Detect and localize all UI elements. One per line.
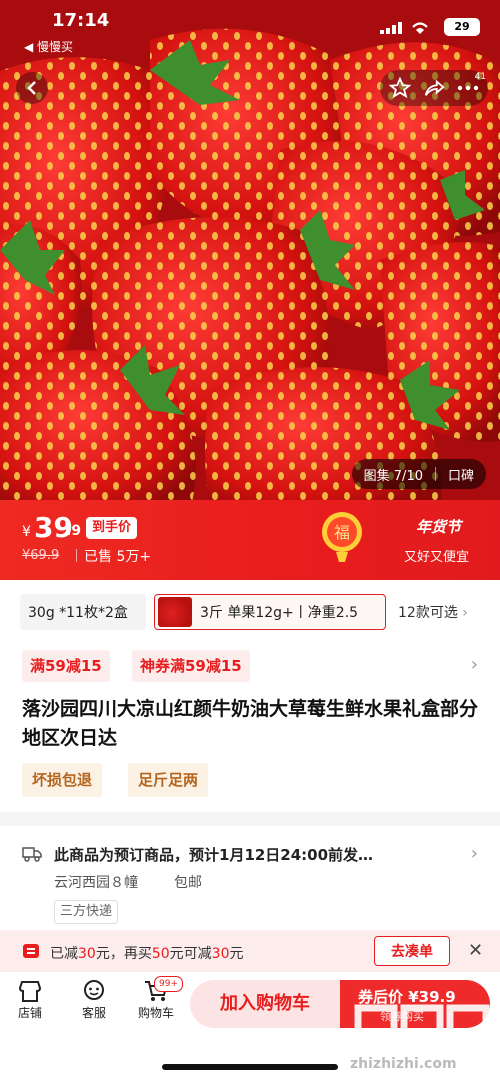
watermark-text: zhizhizhi.com xyxy=(350,1056,457,1072)
truck-icon xyxy=(22,847,42,862)
more-icon xyxy=(457,85,479,91)
promo-text-1: 已减 xyxy=(50,946,78,962)
service-label: 客服 xyxy=(81,1006,106,1020)
chevron-right-icon: › xyxy=(462,605,468,621)
shipping-info[interactable]: 此商品为预订商品，预计1月12日24:00前发… xyxy=(54,844,373,865)
top-action-group xyxy=(380,70,488,106)
carrier-badge: 三方快递 xyxy=(54,900,119,924)
service-tag-weight[interactable]: 足斤足两 xyxy=(128,763,209,797)
coupon-2[interactable]: 神券满59减15 xyxy=(132,650,250,682)
notification-badge: 41 xyxy=(474,72,486,82)
coupon-1[interactable]: 满59减15 xyxy=(22,650,110,682)
promo-amount-1: 30 xyxy=(78,946,96,962)
variant-thumbnail xyxy=(158,597,192,627)
variant-option-2-label: 3斤 单果12g+丨净重2.5 xyxy=(200,605,359,621)
festival-title: 年货节 xyxy=(416,518,462,536)
cart-count-badge: 99+ xyxy=(154,976,183,992)
promo-amount-2: 50 xyxy=(151,946,170,962)
wifi-icon xyxy=(412,22,428,34)
watermark-logo xyxy=(354,1004,490,1052)
gallery-indicator[interactable]: 图集 7/10 口碑 xyxy=(351,459,486,489)
promo-text-2: 元，再买 xyxy=(95,946,152,962)
price-currency: ¥ xyxy=(22,524,31,540)
festival-subtitle: 又好又便宜 xyxy=(404,550,470,565)
coupon-chevron-icon[interactable]: › xyxy=(471,654,478,675)
variant-more-button[interactable]: 12款可选 › xyxy=(398,602,468,622)
variant-more-label: 12款可选 xyxy=(398,605,458,621)
original-price: ¥69.9 xyxy=(22,548,60,563)
store-button[interactable]: 店铺 xyxy=(10,978,50,1021)
status-bar: 17:14 ◀ 慢慢买 29 xyxy=(0,0,500,54)
close-icon[interactable]: ✕ xyxy=(468,940,483,961)
share-icon xyxy=(424,79,445,96)
fu-character: 福 xyxy=(334,523,350,542)
promo-text-4: 元 xyxy=(229,946,244,962)
service-button[interactable]: 客服 xyxy=(74,978,114,1021)
price-decimal: .9 xyxy=(66,523,82,539)
shipping-chevron-icon[interactable]: › xyxy=(471,843,478,864)
status-time: 17:14 xyxy=(52,10,110,31)
add-more-button[interactable]: 去凑单 xyxy=(374,936,450,966)
price-banner xyxy=(0,500,500,580)
gallery-count: 图集 7/10 xyxy=(363,468,423,484)
back-button[interactable] xyxy=(16,72,48,104)
reputation-tab[interactable]: 口碑 xyxy=(448,465,474,484)
variant-option-2[interactable]: 3斤 单果12g+丨净重2.5 xyxy=(154,594,386,630)
shipping-location: 云河西园８幢 xyxy=(54,875,138,891)
promo-amount-3: 30 xyxy=(211,946,230,962)
back-to-app-link[interactable]: ◀ 慢慢买 xyxy=(24,38,73,55)
promo-text-3: 元可减 xyxy=(169,946,212,962)
service-tag-damage[interactable]: 坏损包退 xyxy=(22,763,103,797)
section-divider xyxy=(0,812,500,826)
customer-service-icon xyxy=(84,980,104,1000)
promo-text: 已减30元，再买50元可减30元 xyxy=(50,943,243,963)
fu-lantern-icon: 福 xyxy=(322,512,362,562)
variant-option-1-label: 30g *11枚*2盒 xyxy=(28,605,128,621)
store-icon xyxy=(18,981,42,1002)
variant-option-1[interactable]: 30g *11枚*2盒 xyxy=(20,594,146,630)
share-button[interactable] xyxy=(422,76,446,100)
sold-count: 已售 5万+ xyxy=(84,549,152,565)
promo-icon xyxy=(23,944,39,958)
cart-label: 购物车 xyxy=(137,1006,174,1020)
add-to-cart-button[interactable]: 加入购物车 xyxy=(190,980,340,1028)
home-indicator xyxy=(162,1064,338,1070)
store-label: 店铺 xyxy=(17,1006,42,1020)
price-divider xyxy=(76,549,77,562)
gallery-divider xyxy=(434,467,436,481)
battery-indicator: 29 xyxy=(444,18,480,36)
star-icon xyxy=(389,77,411,99)
favorite-button[interactable] xyxy=(388,76,412,100)
signal-icon xyxy=(380,22,402,34)
to-hand-badge: 到手价 xyxy=(86,517,138,539)
chevron-left-icon xyxy=(27,81,36,95)
product-title: 落沙园四川大凉山红颜牛奶油大草莓生鲜水果礼盒部分地区次日达 xyxy=(22,698,479,749)
free-shipping-label: 包邮 xyxy=(174,875,202,891)
